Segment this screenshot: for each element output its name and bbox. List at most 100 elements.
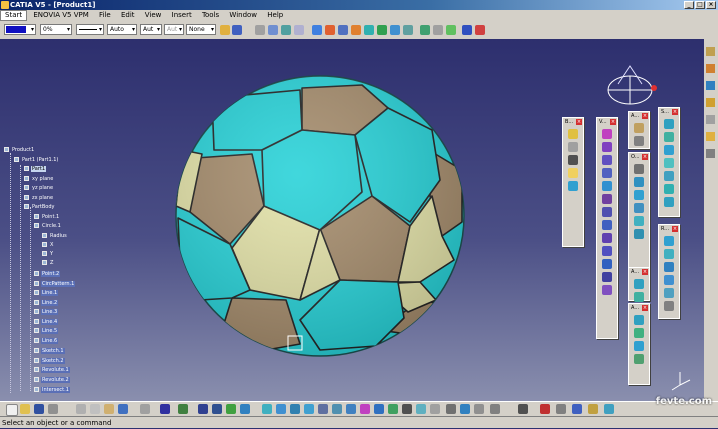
- apply-material-icon[interactable]: [446, 404, 456, 414]
- floating-toolbar-r[interactable]: R... ×: [658, 224, 680, 319]
- what-is-this-icon[interactable]: [140, 404, 150, 414]
- maximize-button[interactable]: □: [695, 1, 705, 9]
- tree-node[interactable]: Line.3: [34, 309, 59, 316]
- tree-node[interactable]: Part1: [24, 166, 47, 173]
- line-icon[interactable]: [325, 25, 335, 35]
- fill-icon[interactable]: [403, 25, 413, 35]
- menu-view[interactable]: View: [141, 10, 166, 21]
- print-icon[interactable]: [48, 404, 58, 414]
- tree-node[interactable]: Intersect.1: [34, 387, 70, 394]
- menu-window[interactable]: Window: [225, 10, 261, 21]
- tree-node[interactable]: X: [42, 242, 54, 249]
- measure-icon[interactable]: [430, 404, 440, 414]
- tree-node[interactable]: Line.4: [34, 319, 59, 326]
- revolve-icon[interactable]: [377, 25, 387, 35]
- tree-node[interactable]: yz plane: [24, 185, 54, 192]
- menu-help[interactable]: Help: [263, 10, 287, 21]
- zoom-in-icon[interactable]: [262, 404, 272, 414]
- formula-icon[interactable]: [160, 404, 170, 414]
- open-icon[interactable]: [20, 404, 30, 414]
- tree-node[interactable]: Radius: [42, 233, 68, 240]
- swap-icon[interactable]: [360, 404, 370, 414]
- layer-filter-combo[interactable]: None: [186, 24, 216, 35]
- compass-toggle-icon[interactable]: [604, 404, 614, 414]
- knowledge-icon[interactable]: [178, 404, 188, 414]
- tree-node[interactable]: Line.6: [34, 338, 59, 345]
- tree-node[interactable]: Point.2: [34, 271, 61, 278]
- tools-icon[interactable]: [474, 404, 484, 414]
- linewidth-combo[interactable]: [76, 24, 104, 35]
- analysis-icon[interactable]: [588, 404, 598, 414]
- tree-node[interactable]: Line.5: [34, 328, 59, 335]
- rotate-view-icon[interactable]: [240, 404, 250, 414]
- close-button[interactable]: ×: [706, 1, 716, 9]
- surface-icon[interactable]: [351, 25, 361, 35]
- material-icon[interactable]: [374, 404, 384, 414]
- fly-icon[interactable]: [198, 404, 208, 414]
- tree-node[interactable]: zx plane: [24, 195, 54, 202]
- grid-icon[interactable]: [294, 25, 304, 35]
- tree-node[interactable]: Line.1: [34, 290, 59, 297]
- zoom-out-icon[interactable]: [276, 404, 286, 414]
- menu-insert[interactable]: Insert: [168, 10, 196, 21]
- layer-combo[interactable]: Aut: [140, 24, 162, 35]
- brush-icon[interactable]: [232, 25, 242, 35]
- undo-icon[interactable]: [118, 404, 128, 414]
- translate-icon[interactable]: [462, 25, 472, 35]
- tree-node[interactable]: Sketch.2: [34, 358, 65, 365]
- shading-icon[interactable]: [332, 404, 342, 414]
- line-weight-combo[interactable]: Auto: [107, 24, 137, 35]
- axis-icon[interactable]: [281, 25, 291, 35]
- tree-node[interactable]: CircPattern.1: [34, 281, 76, 288]
- rotate-icon[interactable]: [475, 25, 485, 35]
- plane-icon[interactable]: [268, 25, 278, 35]
- join-icon[interactable]: [420, 25, 430, 35]
- new-icon[interactable]: [6, 404, 18, 416]
- floating-toolbar-v[interactable]: V... ×: [596, 117, 618, 339]
- cut-icon[interactable]: [76, 404, 86, 414]
- menu-edit[interactable]: Edit: [117, 10, 139, 21]
- floating-toolbar-s[interactable]: S... ×: [658, 107, 680, 217]
- camera-icon[interactable]: [518, 404, 528, 414]
- menu-tools[interactable]: Tools: [198, 10, 223, 21]
- 3d-viewport[interactable]: Product1 Part1 (Part1.1) Part1 xy plane …: [0, 39, 718, 401]
- stop-icon[interactable]: [540, 404, 550, 414]
- copy-icon[interactable]: [90, 404, 100, 414]
- fit-all-icon[interactable]: [212, 404, 222, 414]
- tree-node[interactable]: xy plane: [24, 176, 54, 183]
- iso-view-icon[interactable]: [318, 404, 328, 414]
- menu-start[interactable]: Start: [0, 10, 28, 21]
- sketch-icon[interactable]: [255, 25, 265, 35]
- point-icon[interactable]: [312, 25, 322, 35]
- save-icon[interactable]: [34, 404, 44, 414]
- trim-icon[interactable]: [446, 25, 456, 35]
- menu-enovia[interactable]: ENOVIA V5 VPM: [29, 10, 92, 21]
- menu-file[interactable]: File: [95, 10, 115, 21]
- pan-icon[interactable]: [226, 404, 236, 414]
- floating-toolbar-a2[interactable]: A... ×: [628, 267, 650, 302]
- catalog-icon[interactable]: [460, 404, 470, 414]
- tree-node[interactable]: Revolute.2: [34, 377, 70, 384]
- tree-node[interactable]: Part1 (Part1.1): [14, 157, 59, 164]
- paste-icon[interactable]: [104, 404, 114, 414]
- section-icon[interactable]: [416, 404, 426, 414]
- tree-node[interactable]: Revolute.1: [34, 367, 70, 374]
- tree-node[interactable]: Product1: [4, 147, 35, 154]
- floating-toolbar-a1[interactable]: A... ×: [628, 111, 650, 149]
- hide-show-icon[interactable]: [346, 404, 356, 414]
- constraint-icon[interactable]: [572, 404, 582, 414]
- tree-node[interactable]: Circle.1: [34, 223, 62, 230]
- lock-icon[interactable]: [490, 404, 500, 414]
- normal-view-icon[interactable]: [290, 404, 300, 414]
- ambiance-icon[interactable]: [388, 404, 398, 414]
- multi-view-icon[interactable]: [304, 404, 314, 414]
- linetype-combo[interactable]: Aut: [164, 24, 184, 35]
- split-icon[interactable]: [433, 25, 443, 35]
- extrude-icon[interactable]: [364, 25, 374, 35]
- render-icon[interactable]: [402, 404, 412, 414]
- tree-node[interactable]: Sketch.1: [34, 348, 65, 355]
- update-icon[interactable]: [556, 404, 566, 414]
- floating-toolbar-b[interactable]: B... ×: [562, 117, 584, 247]
- floating-toolbar-o[interactable]: O... ×: [628, 152, 650, 270]
- color-combo[interactable]: [4, 24, 36, 35]
